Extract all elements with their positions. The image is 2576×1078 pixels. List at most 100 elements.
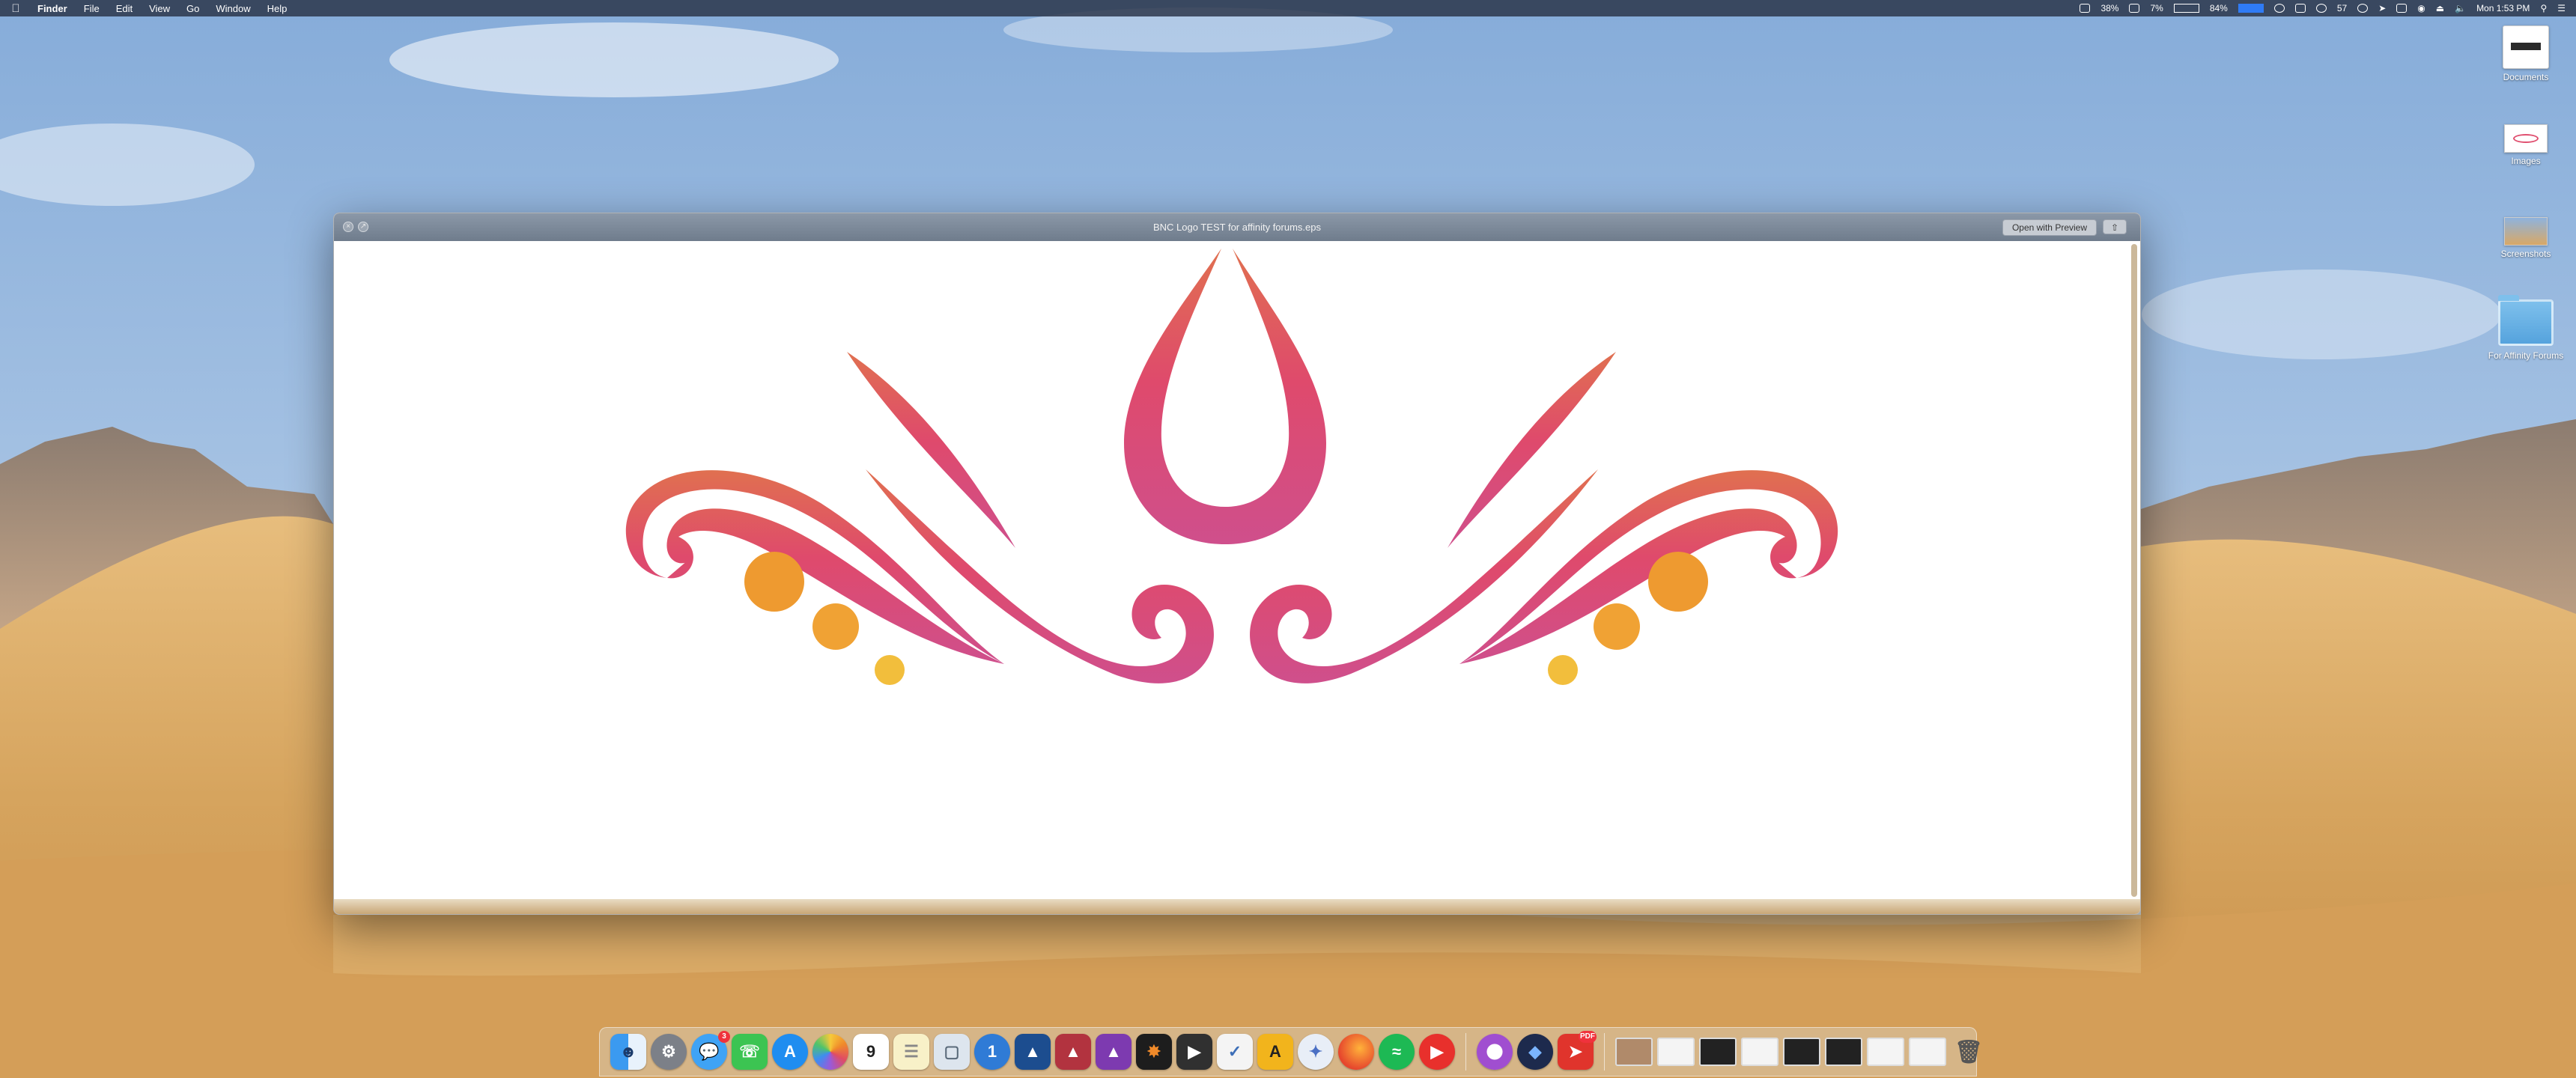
dock: ☻ ⚙ 💬 3 ☏ A 9 ☰ ▢ 1 ▲ ▲ ▲ ✸ ▶ ✓ A ✦ ≈ ▶ ◆…	[599, 1027, 1983, 1077]
final-cut-icon[interactable]: ▶	[1176, 1034, 1212, 1070]
notification-count: 57	[2336, 3, 2348, 13]
left-large-dot	[744, 552, 804, 612]
vertical-scrollbar[interactable]	[2131, 244, 2137, 897]
notification-icon[interactable]	[2315, 4, 2327, 13]
vpn-icon[interactable]	[2396, 4, 2408, 13]
menu-file[interactable]: File	[84, 3, 100, 14]
share-button[interactable]: ⇧	[2103, 219, 2127, 234]
clock[interactable]: Mon 1:53 PM	[2476, 3, 2530, 13]
window-title: BNC Logo TEST for affinity forums.eps	[1153, 222, 1321, 233]
minimized-window-2[interactable]	[1657, 1038, 1695, 1066]
preview-icon[interactable]: ▢	[934, 1034, 970, 1070]
apple-menu-icon[interactable]: 	[10, 2, 21, 15]
desktop-item-images[interactable]: Images	[2485, 124, 2567, 166]
right-small-dot	[1548, 655, 1578, 685]
globe-icon[interactable]	[2357, 4, 2369, 13]
document-thumbnail	[2503, 25, 2549, 69]
messages-badge: 3	[718, 1031, 730, 1043]
image-thumbnail	[2504, 124, 2548, 153]
notification-center-icon[interactable]: ☰	[2557, 3, 2566, 13]
minimized-window-7[interactable]	[1867, 1038, 1904, 1066]
calendar-icon[interactable]: 9	[853, 1034, 889, 1070]
wifi-icon[interactable]: ◉	[2417, 3, 2425, 13]
open-with-preview-button[interactable]: Open with Preview	[2002, 219, 2097, 236]
menu-window[interactable]: Window	[216, 3, 250, 14]
adobe-icon[interactable]: ◆	[1517, 1034, 1553, 1070]
desktop-item-label: For Affinity Forums	[2488, 350, 2564, 361]
memory-bar[interactable]	[2173, 4, 2199, 13]
minimized-window-8[interactable]	[1909, 1038, 1946, 1066]
affinity-publisher-icon[interactable]: ▲	[1055, 1034, 1091, 1070]
menu-help[interactable]: Help	[267, 3, 288, 14]
battery2-percent: 84%	[2209, 3, 2228, 13]
desktop-item-for-affinity-forums[interactable]: For Affinity Forums	[2485, 295, 2567, 361]
right-outer-swirl-shape	[1459, 470, 1838, 664]
calendar-day: 9	[866, 1042, 876, 1061]
flashcut-icon[interactable]: ➤ PDF	[1558, 1031, 1597, 1070]
minimized-window-1[interactable]	[1615, 1038, 1653, 1066]
menu-view[interactable]: View	[149, 3, 170, 14]
notes-icon[interactable]: ☰	[893, 1034, 929, 1070]
menu-edit[interactable]: Edit	[116, 3, 133, 14]
1password-icon[interactable]: 1	[974, 1034, 1010, 1070]
activity-icon[interactable]	[2273, 4, 2285, 13]
facetime-icon[interactable]: ☏	[732, 1034, 768, 1070]
right-large-dot	[1648, 552, 1708, 612]
minimized-window-3[interactable]	[1699, 1038, 1737, 1066]
spotify-icon[interactable]: ≈	[1379, 1034, 1415, 1070]
desktop-item-label: Screenshots	[2500, 249, 2551, 259]
left-medium-dot	[812, 603, 859, 650]
desktop-item-label: Images	[2511, 156, 2541, 166]
share-icon: ⇧	[2110, 222, 2119, 233]
app-menu-finder[interactable]: Finder	[37, 3, 67, 14]
eject-icon[interactable]: ⏏	[2436, 3, 2444, 13]
firefox-icon[interactable]	[1338, 1034, 1374, 1070]
minimized-window-6[interactable]	[1825, 1038, 1862, 1066]
menu-bar:  Finder File Edit View Go Window Help 3…	[0, 0, 2576, 16]
photos-icon[interactable]	[812, 1034, 848, 1070]
left-small-dot	[875, 655, 905, 685]
dock-separator	[1465, 1033, 1466, 1071]
app-store-icon[interactable]: A	[772, 1034, 808, 1070]
youtube-icon[interactable]: ▶	[1419, 1034, 1455, 1070]
davinci-resolve-icon[interactable]: ✸	[1136, 1034, 1172, 1070]
messages-icon[interactable]: 💬 3	[691, 1031, 730, 1070]
affinity-designer-icon[interactable]: ▲	[1015, 1034, 1051, 1070]
folder-icon	[2498, 295, 2554, 346]
mail-bird-icon[interactable]: ✦	[1298, 1034, 1334, 1070]
quicklook-window: × ↗ BNC Logo TEST for affinity forums.ep…	[333, 213, 2141, 915]
trash-icon[interactable]: 🗑	[1951, 1034, 1987, 1070]
desktop-item-documents[interactable]: Documents	[2485, 25, 2567, 82]
pen-icon[interactable]	[2294, 4, 2306, 13]
screenshot-thumbnail	[2504, 217, 2548, 246]
right-upper-leaf-shape	[1448, 352, 1616, 548]
right-medium-dot	[1594, 603, 1640, 650]
cpu-percent: 7%	[2150, 3, 2163, 13]
spotlight-icon[interactable]: ⚲	[2540, 3, 2547, 13]
location-icon[interactable]: ➤	[2378, 3, 2386, 13]
desktop-item-label: Documents	[2503, 72, 2549, 82]
quicklook-titlebar: × ↗ BNC Logo TEST for affinity forums.ep…	[334, 213, 2140, 241]
desktop-item-screenshots[interactable]: Screenshots	[2485, 217, 2567, 259]
battery-bar[interactable]	[2238, 4, 2264, 13]
left-upper-leaf-shape	[847, 352, 1015, 548]
finder-icon[interactable]: ☻	[610, 1034, 646, 1070]
minimized-window-5[interactable]	[1783, 1038, 1820, 1066]
logo-artwork	[625, 249, 1838, 685]
center-teardrop-shape	[1124, 249, 1326, 544]
minimized-window-4[interactable]	[1741, 1038, 1778, 1066]
dock-separator	[1604, 1033, 1605, 1071]
menu-go[interactable]: Go	[186, 3, 199, 14]
acrobat-badge: PDF	[1579, 1031, 1597, 1043]
preview-canvas	[334, 241, 2130, 900]
battery-icon[interactable]	[2080, 4, 2091, 13]
battery-percent: 38%	[2100, 3, 2119, 13]
downloads-icon[interactable]	[1477, 1034, 1513, 1070]
vectorize-icon[interactable]: A	[1257, 1034, 1293, 1070]
omnifocus-icon[interactable]: ✓	[1217, 1034, 1253, 1070]
system-preferences-icon[interactable]: ⚙	[651, 1034, 687, 1070]
affinity-photo-icon[interactable]: ▲	[1096, 1034, 1131, 1070]
volume-icon[interactable]: 🔈	[2455, 3, 2466, 13]
cpu-icon[interactable]	[2129, 4, 2140, 13]
window-bottom-edge	[334, 899, 2140, 914]
